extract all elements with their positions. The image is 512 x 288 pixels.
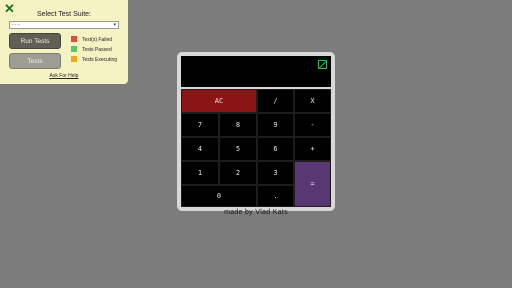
digit-8-label: 8 [235,121,241,129]
digit-6-button[interactable]: 6 [257,137,294,161]
digit-6-label: 6 [273,145,278,153]
multiply-label: X [310,97,315,105]
executing-swatch [71,56,77,62]
tests-button[interactable]: Tests [9,53,61,69]
minus-label: - [310,121,315,129]
calculator: AC / X 7 8 9 - 4 5 6 + 1 2 3 = 0 . [177,52,335,211]
divide-label: / [273,97,278,105]
equals-button[interactable]: = [294,161,331,207]
plus-button[interactable]: + [294,137,331,161]
digit-9-button[interactable]: 9 [257,113,294,137]
minus-button[interactable]: - [294,113,331,137]
multiply-button[interactable]: X [294,89,331,113]
legend-passed-label: Tests Passed [82,47,112,53]
test-suite-select[interactable]: - - - ▾ [9,21,119,29]
digit-7-label: 7 [197,121,203,129]
digit-1-button[interactable]: 1 [181,161,219,185]
digit-3-label: 3 [273,169,278,177]
digit-0-button[interactable]: 0 [181,185,257,207]
digit-3-button[interactable]: 3 [257,161,294,185]
digit-8-button[interactable]: 8 [219,113,257,137]
clear-button[interactable]: AC [181,89,257,113]
digit-1-label: 1 [197,169,203,177]
digit-5-label: 5 [235,145,241,153]
keypad: AC / X 7 8 9 - 4 5 6 + 1 2 3 = 0 . [181,89,331,207]
equals-label: = [310,180,315,188]
theme-toggle-icon[interactable] [318,60,327,69]
plus-label: + [310,145,315,153]
test-suite-panel: ✕ Select Test Suite: - - - ▾ Run Tests T… [0,0,128,84]
calculator-display [181,56,331,87]
ask-for-help-link[interactable]: Ask For Help [0,73,128,79]
digit-5-button[interactable]: 5 [219,137,257,161]
credit-text: made by Vlad Kats [224,209,288,216]
digit-4-button[interactable]: 4 [181,137,219,161]
clear-label: AC [214,97,224,105]
chevron-down-icon: ▾ [113,22,116,28]
passed-swatch [71,46,77,52]
run-tests-button[interactable]: Run Tests [9,33,61,49]
digit-2-label: 2 [235,169,241,177]
select-value: - - - [12,22,20,28]
digit-0-label: 0 [216,192,222,200]
digit-9-label: 9 [273,121,278,129]
legend-failed-label: Test(s) Failed [82,37,113,43]
panel-title: Select Test Suite: [37,11,91,18]
digit-2-button[interactable]: 2 [219,161,257,185]
digit-7-button[interactable]: 7 [181,113,219,137]
divide-button[interactable]: / [257,89,294,113]
decimal-button[interactable]: . [257,185,294,207]
decimal-label: . [273,192,278,200]
failed-swatch [71,36,77,42]
digit-4-label: 4 [197,145,203,153]
legend-executing-label: Tests Executing [82,57,118,63]
